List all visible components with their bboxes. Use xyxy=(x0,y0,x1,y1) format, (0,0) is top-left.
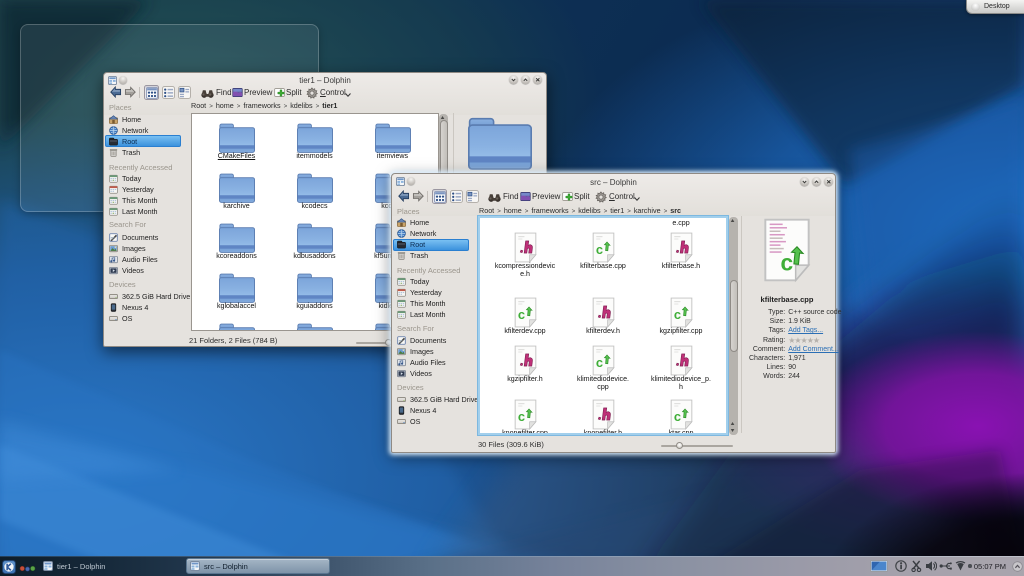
svg-text:c: c xyxy=(781,250,794,276)
